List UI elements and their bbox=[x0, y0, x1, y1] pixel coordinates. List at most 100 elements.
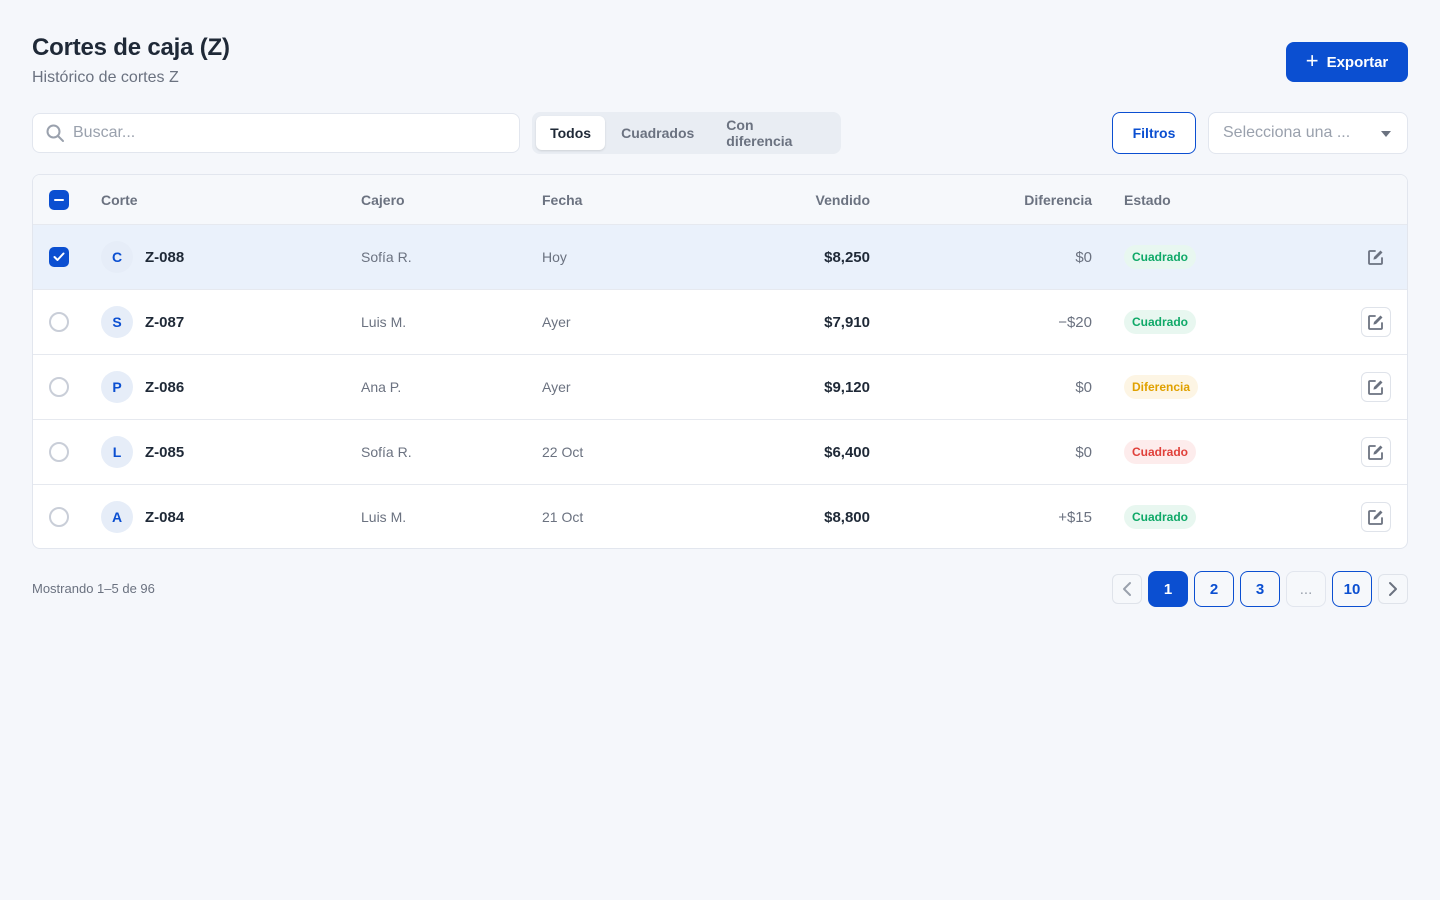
diferencia-cell: −$20 bbox=[1058, 313, 1092, 331]
row-checkbox[interactable] bbox=[49, 312, 69, 332]
previous-page-button[interactable] bbox=[1112, 574, 1142, 604]
corte-id[interactable]: Z-084 bbox=[145, 509, 184, 526]
column-header-cajero[interactable]: Cajero bbox=[361, 175, 405, 225]
search-box[interactable] bbox=[32, 113, 520, 153]
chevron-down-icon bbox=[1381, 131, 1391, 137]
fecha-cell: Ayer bbox=[542, 379, 571, 395]
segment-todos[interactable]: Todos bbox=[536, 116, 606, 150]
column-header-estado[interactable]: Estado bbox=[1124, 175, 1171, 225]
vendido-cell: $7,910 bbox=[824, 313, 870, 331]
edit-button[interactable] bbox=[1361, 242, 1391, 272]
cajero-cell: Sofía R. bbox=[361, 444, 412, 460]
page-title: Cortes de caja (Z) bbox=[32, 34, 230, 61]
column-header-vendido[interactable]: Vendido bbox=[816, 175, 870, 225]
status-badge: Cuadrado bbox=[1124, 440, 1197, 464]
cajero-cell: Luis M. bbox=[361, 509, 407, 525]
table-body: C Z-088 Sofía R. Hoy $8,250 $0 Cuadrado S Z-087 L… bbox=[33, 225, 1407, 548]
actions-cell bbox=[1361, 420, 1391, 484]
edit-button[interactable] bbox=[1361, 502, 1391, 532]
status-badge: Cuadrado bbox=[1124, 245, 1197, 269]
select-all-checkbox[interactable] bbox=[49, 190, 69, 210]
column-header-diferencia[interactable]: Diferencia bbox=[1024, 175, 1092, 225]
page-list: 1 2 3... 10 bbox=[1148, 571, 1372, 607]
table-row[interactable]: L Z-085 Sofía R. 22 Oct $6,400 $0 Cuadrado bbox=[33, 420, 1407, 485]
row-select-cell bbox=[49, 225, 69, 289]
filter-select[interactable]: Selecciona una ... bbox=[1208, 112, 1408, 154]
cortes-table: Corte Cajero Fecha Vendido Diferencia Es… bbox=[32, 174, 1408, 549]
table-row[interactable]: P Z-086 Ana P. Ayer $9,120 $0 Diferencia bbox=[33, 355, 1407, 420]
actions-cell bbox=[1361, 290, 1391, 354]
avatar: P bbox=[101, 371, 133, 403]
edit-icon bbox=[1368, 510, 1383, 525]
column-header-fecha[interactable]: Fecha bbox=[542, 175, 582, 225]
avatar: A bbox=[101, 501, 133, 533]
showing-count: Mostrando 1–5 de 96 bbox=[32, 581, 155, 596]
corte-id[interactable]: Z-088 bbox=[145, 249, 184, 266]
vendido-cell: $6,400 bbox=[824, 443, 870, 461]
plus-icon: + bbox=[1305, 48, 1319, 73]
estado-cell: Cuadrado bbox=[1124, 485, 1197, 548]
edit-button[interactable] bbox=[1361, 307, 1391, 337]
edit-icon bbox=[1368, 445, 1383, 460]
column-header-corte[interactable]: Corte bbox=[101, 175, 138, 225]
page-button[interactable]: 10 bbox=[1332, 571, 1372, 607]
pagination: 1 2 3... 10 bbox=[1112, 571, 1408, 607]
segment-con-diferencia[interactable]: Con diferencia bbox=[710, 116, 837, 150]
fecha-cell: Ayer bbox=[542, 314, 571, 330]
corte-cell: L Z-085 bbox=[101, 420, 184, 484]
estado-cell: Cuadrado bbox=[1124, 420, 1197, 484]
corte-cell: P Z-086 bbox=[101, 355, 184, 419]
avatar: L bbox=[101, 436, 133, 468]
filters-button[interactable]: Filtros bbox=[1112, 112, 1196, 154]
edit-button[interactable] bbox=[1361, 437, 1391, 467]
edit-icon bbox=[1368, 250, 1383, 265]
table-row[interactable]: S Z-087 Luis M. Ayer $7,910 −$20 Cuadrado bbox=[33, 290, 1407, 355]
page-ellipsis: ... bbox=[1286, 571, 1326, 607]
status-segmented-control: Todos Cuadrados Con diferencia bbox=[532, 112, 841, 154]
chevron-right-icon bbox=[1389, 582, 1397, 596]
select-all-cell bbox=[49, 175, 69, 225]
table-row[interactable]: C Z-088 Sofía R. Hoy $8,250 $0 Cuadrado bbox=[33, 225, 1407, 290]
diferencia-cell: $0 bbox=[1075, 443, 1092, 461]
avatar: S bbox=[101, 306, 133, 338]
corte-cell: C Z-088 bbox=[101, 225, 184, 289]
diferencia-cell: $0 bbox=[1075, 248, 1092, 266]
row-select-cell bbox=[49, 485, 69, 548]
vendido-cell: $9,120 bbox=[824, 378, 870, 396]
export-button[interactable]: + Exportar bbox=[1286, 42, 1408, 82]
estado-cell: Cuadrado bbox=[1124, 225, 1197, 289]
chevron-left-icon bbox=[1123, 582, 1131, 596]
fecha-cell: Hoy bbox=[542, 249, 567, 265]
actions-cell bbox=[1361, 225, 1391, 289]
page-button[interactable]: 1 bbox=[1148, 571, 1188, 607]
corte-id[interactable]: Z-085 bbox=[145, 444, 184, 461]
row-checkbox[interactable] bbox=[49, 247, 69, 267]
edit-button[interactable] bbox=[1361, 372, 1391, 402]
status-badge: Diferencia bbox=[1124, 375, 1199, 399]
fecha-cell: 22 Oct bbox=[542, 444, 584, 460]
row-checkbox[interactable] bbox=[49, 507, 69, 527]
corte-id[interactable]: Z-086 bbox=[145, 379, 184, 396]
filter-select-placeholder: Selecciona una ... bbox=[1223, 124, 1351, 141]
check-icon bbox=[53, 252, 65, 261]
diferencia-cell: $0 bbox=[1075, 378, 1092, 396]
segment-cuadrados[interactable]: Cuadrados bbox=[605, 116, 710, 150]
actions-cell bbox=[1361, 355, 1391, 419]
search-input[interactable] bbox=[73, 124, 493, 142]
corte-id[interactable]: Z-087 bbox=[145, 314, 184, 331]
corte-cell: A Z-084 bbox=[101, 485, 184, 548]
page-button[interactable]: 3 bbox=[1240, 571, 1280, 607]
row-checkbox[interactable] bbox=[49, 377, 69, 397]
page-button[interactable]: 2 bbox=[1194, 571, 1234, 607]
vendido-cell: $8,800 bbox=[824, 508, 870, 526]
table-row[interactable]: A Z-084 Luis M. 21 Oct $8,800 +$15 Cuadrado bbox=[33, 485, 1407, 548]
status-badge: Cuadrado bbox=[1124, 505, 1197, 529]
edit-icon bbox=[1368, 380, 1383, 395]
row-checkbox[interactable] bbox=[49, 442, 69, 462]
vendido-cell: $8,250 bbox=[824, 248, 870, 266]
row-select-cell bbox=[49, 420, 69, 484]
actions-cell bbox=[1361, 485, 1391, 548]
avatar: C bbox=[101, 241, 133, 273]
status-badge: Cuadrado bbox=[1124, 310, 1197, 334]
next-page-button[interactable] bbox=[1378, 574, 1408, 604]
